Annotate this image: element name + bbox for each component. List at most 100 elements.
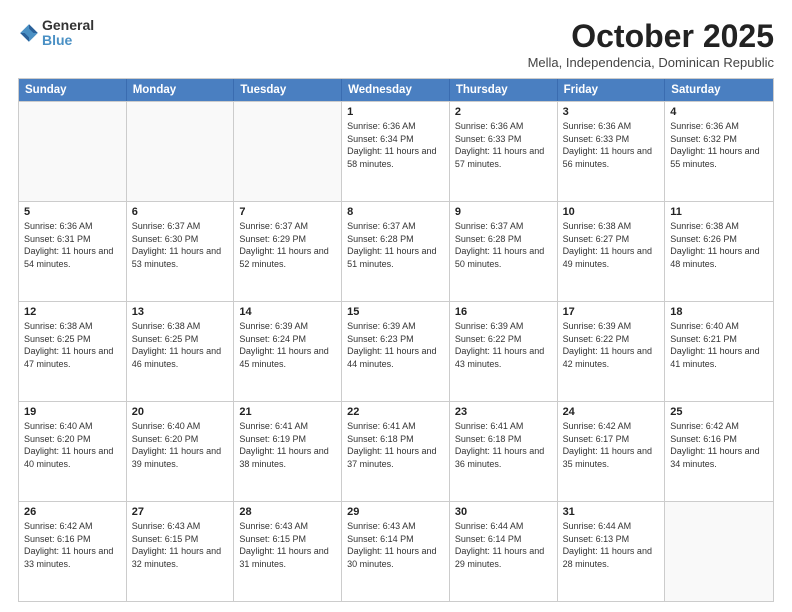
day-info: Sunrise: 6:38 AM Sunset: 6:26 PM Dayligh… [670, 220, 768, 270]
day-number: 10 [563, 206, 660, 218]
calendar-day-28: 28 Sunrise: 6:43 AM Sunset: 6:15 PM Dayli… [234, 502, 342, 601]
day-info: Sunrise: 6:36 AM Sunset: 6:33 PM Dayligh… [455, 120, 552, 170]
calendar-day-19: 19 Sunrise: 6:40 AM Sunset: 6:20 PM Dayli… [19, 402, 127, 501]
calendar-week-3: 12 Sunrise: 6:38 AM Sunset: 6:25 PM Dayli… [19, 301, 773, 401]
header-day-tuesday: Tuesday [234, 79, 342, 101]
calendar-day-24: 24 Sunrise: 6:42 AM Sunset: 6:17 PM Dayli… [558, 402, 666, 501]
day-number: 31 [563, 506, 660, 518]
day-number: 19 [24, 406, 121, 418]
day-number: 26 [24, 506, 121, 518]
calendar-day-30: 30Sunrise: 6:44 AM Sunset: 6:14 PM Dayli… [450, 502, 558, 601]
day-info: Sunrise: 6:41 AM Sunset: 6:18 PM Dayligh… [347, 420, 444, 470]
day-number: 11 [670, 206, 768, 218]
calendar-body: 1Sunrise: 6:36 AM Sunset: 6:34 PM Daylig… [19, 101, 773, 601]
calendar-cell-empty [127, 102, 235, 201]
day-number: 27 [132, 506, 229, 518]
day-number: 3 [563, 106, 660, 118]
day-number: 2 [455, 106, 552, 118]
day-info: Sunrise: 6:39 AM Sunset: 6:22 PM Dayligh… [563, 320, 660, 370]
day-number: 7 [239, 206, 336, 218]
calendar-cell-empty [665, 502, 773, 601]
day-number: 21 [239, 406, 336, 418]
calendar-week-1: 1Sunrise: 6:36 AM Sunset: 6:34 PM Daylig… [19, 101, 773, 201]
day-info: Sunrise: 6:40 AM Sunset: 6:20 PM Dayligh… [132, 420, 229, 470]
calendar-day-11: 11 Sunrise: 6:38 AM Sunset: 6:26 PM Dayli… [665, 202, 773, 301]
logo: General Blue [18, 18, 94, 49]
day-info: Sunrise: 6:39 AM Sunset: 6:24 PM Dayligh… [239, 320, 336, 370]
calendar-day-12: 12 Sunrise: 6:38 AM Sunset: 6:25 PM Dayli… [19, 302, 127, 401]
day-number: 20 [132, 406, 229, 418]
calendar-day-22: 22Sunrise: 6:41 AM Sunset: 6:18 PM Dayli… [342, 402, 450, 501]
calendar-day-25: 25 Sunrise: 6:42 AM Sunset: 6:16 PM Dayli… [665, 402, 773, 501]
day-number: 25 [670, 406, 768, 418]
calendar-day-3: 3Sunrise: 6:36 AM Sunset: 6:33 PM Daylig… [558, 102, 666, 201]
calendar-week-4: 19 Sunrise: 6:40 AM Sunset: 6:20 PM Dayli… [19, 401, 773, 501]
day-info: Sunrise: 6:41 AM Sunset: 6:18 PM Dayligh… [455, 420, 552, 470]
calendar-day-17: 17 Sunrise: 6:39 AM Sunset: 6:22 PM Dayli… [558, 302, 666, 401]
calendar-day-7: 7Sunrise: 6:37 AM Sunset: 6:29 PM Daylig… [234, 202, 342, 301]
day-number: 12 [24, 306, 121, 318]
day-info: Sunrise: 6:37 AM Sunset: 6:28 PM Dayligh… [347, 220, 444, 270]
page: General Blue October 2025 Mella, Indepen… [0, 0, 792, 612]
day-info: Sunrise: 6:43 AM Sunset: 6:15 PM Dayligh… [239, 520, 336, 570]
day-info: Sunrise: 6:43 AM Sunset: 6:14 PM Dayligh… [347, 520, 444, 570]
header-day-monday: Monday [127, 79, 235, 101]
calendar-day-8: 8Sunrise: 6:37 AM Sunset: 6:28 PM Daylig… [342, 202, 450, 301]
calendar-day-23: 23Sunrise: 6:41 AM Sunset: 6:18 PM Dayli… [450, 402, 558, 501]
header-day-friday: Friday [558, 79, 666, 101]
day-number: 13 [132, 306, 229, 318]
day-info: Sunrise: 6:42 AM Sunset: 6:16 PM Dayligh… [670, 420, 768, 470]
day-number: 14 [239, 306, 336, 318]
day-number: 9 [455, 206, 552, 218]
calendar-day-14: 14 Sunrise: 6:39 AM Sunset: 6:24 PM Dayli… [234, 302, 342, 401]
day-info: Sunrise: 6:44 AM Sunset: 6:14 PM Dayligh… [455, 520, 552, 570]
calendar-day-27: 27 Sunrise: 6:43 AM Sunset: 6:15 PM Dayli… [127, 502, 235, 601]
day-number: 15 [347, 306, 444, 318]
day-info: Sunrise: 6:36 AM Sunset: 6:34 PM Dayligh… [347, 120, 444, 170]
header-day-wednesday: Wednesday [342, 79, 450, 101]
calendar-day-13: 13Sunrise: 6:38 AM Sunset: 6:25 PM Dayli… [127, 302, 235, 401]
day-number: 16 [455, 306, 552, 318]
calendar-day-1: 1Sunrise: 6:36 AM Sunset: 6:34 PM Daylig… [342, 102, 450, 201]
day-number: 18 [670, 306, 768, 318]
calendar-cell-empty [19, 102, 127, 201]
calendar-day-31: 31Sunrise: 6:44 AM Sunset: 6:13 PM Dayli… [558, 502, 666, 601]
location-title: Mella, Independencia, Dominican Republic [528, 55, 774, 70]
day-number: 28 [239, 506, 336, 518]
day-info: Sunrise: 6:36 AM Sunset: 6:31 PM Dayligh… [24, 220, 121, 270]
header: General Blue October 2025 Mella, Indepen… [18, 18, 774, 70]
calendar-header: SundayMondayTuesdayWednesdayThursdayFrid… [19, 79, 773, 101]
calendar-cell-empty [234, 102, 342, 201]
logo-general: General [42, 18, 94, 33]
calendar-day-9: 9 Sunrise: 6:37 AM Sunset: 6:28 PM Daylig… [450, 202, 558, 301]
day-number: 24 [563, 406, 660, 418]
logo-blue: Blue [42, 33, 94, 48]
day-info: Sunrise: 6:42 AM Sunset: 6:17 PM Dayligh… [563, 420, 660, 470]
day-info: Sunrise: 6:36 AM Sunset: 6:32 PM Dayligh… [670, 120, 768, 170]
calendar-week-5: 26 Sunrise: 6:42 AM Sunset: 6:16 PM Dayli… [19, 501, 773, 601]
day-info: Sunrise: 6:37 AM Sunset: 6:30 PM Dayligh… [132, 220, 229, 270]
calendar-day-20: 20 Sunrise: 6:40 AM Sunset: 6:20 PM Dayli… [127, 402, 235, 501]
logo-icon [18, 22, 40, 44]
calendar-day-29: 29 Sunrise: 6:43 AM Sunset: 6:14 PM Dayli… [342, 502, 450, 601]
calendar-day-21: 21Sunrise: 6:41 AM Sunset: 6:19 PM Dayli… [234, 402, 342, 501]
calendar-day-10: 10 Sunrise: 6:38 AM Sunset: 6:27 PM Dayli… [558, 202, 666, 301]
header-day-thursday: Thursday [450, 79, 558, 101]
day-number: 29 [347, 506, 444, 518]
day-number: 17 [563, 306, 660, 318]
calendar-day-2: 2 Sunrise: 6:36 AM Sunset: 6:33 PM Daylig… [450, 102, 558, 201]
day-number: 6 [132, 206, 229, 218]
day-info: Sunrise: 6:37 AM Sunset: 6:28 PM Dayligh… [455, 220, 552, 270]
month-title: October 2025 [528, 18, 774, 55]
calendar-day-5: 5Sunrise: 6:36 AM Sunset: 6:31 PM Daylig… [19, 202, 127, 301]
day-info: Sunrise: 6:38 AM Sunset: 6:27 PM Dayligh… [563, 220, 660, 270]
day-info: Sunrise: 6:43 AM Sunset: 6:15 PM Dayligh… [132, 520, 229, 570]
day-number: 4 [670, 106, 768, 118]
calendar: SundayMondayTuesdayWednesdayThursdayFrid… [18, 78, 774, 602]
day-info: Sunrise: 6:39 AM Sunset: 6:22 PM Dayligh… [455, 320, 552, 370]
day-info: Sunrise: 6:38 AM Sunset: 6:25 PM Dayligh… [24, 320, 121, 370]
calendar-day-4: 4 Sunrise: 6:36 AM Sunset: 6:32 PM Daylig… [665, 102, 773, 201]
day-info: Sunrise: 6:40 AM Sunset: 6:20 PM Dayligh… [24, 420, 121, 470]
day-info: Sunrise: 6:39 AM Sunset: 6:23 PM Dayligh… [347, 320, 444, 370]
day-info: Sunrise: 6:42 AM Sunset: 6:16 PM Dayligh… [24, 520, 121, 570]
